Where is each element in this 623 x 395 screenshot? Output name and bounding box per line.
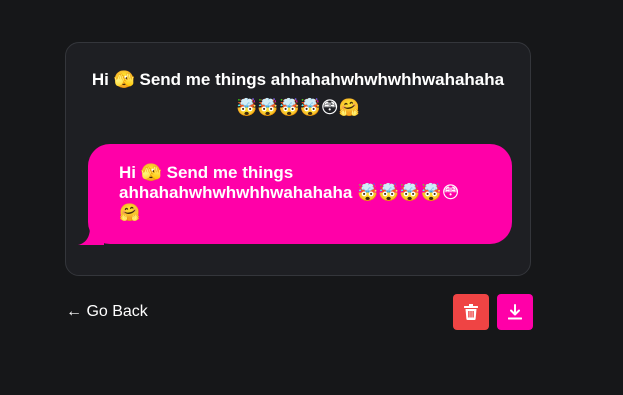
download-icon (508, 304, 522, 320)
go-back-link[interactable]: ← Go Back (66, 302, 148, 322)
message-bubble: Hi 🫣 Send me things ahhahahwhwhwhhwahaha… (88, 144, 512, 244)
message-preview-card: Hi 🫣 Send me things ahhahahwhwhwhhwahaha… (65, 42, 531, 276)
download-button[interactable] (497, 294, 533, 330)
trash-icon (464, 304, 478, 320)
message-title: Hi 🫣 Send me things ahhahahwhwhwhhwahaha… (91, 70, 505, 117)
delete-button[interactable] (453, 294, 489, 330)
